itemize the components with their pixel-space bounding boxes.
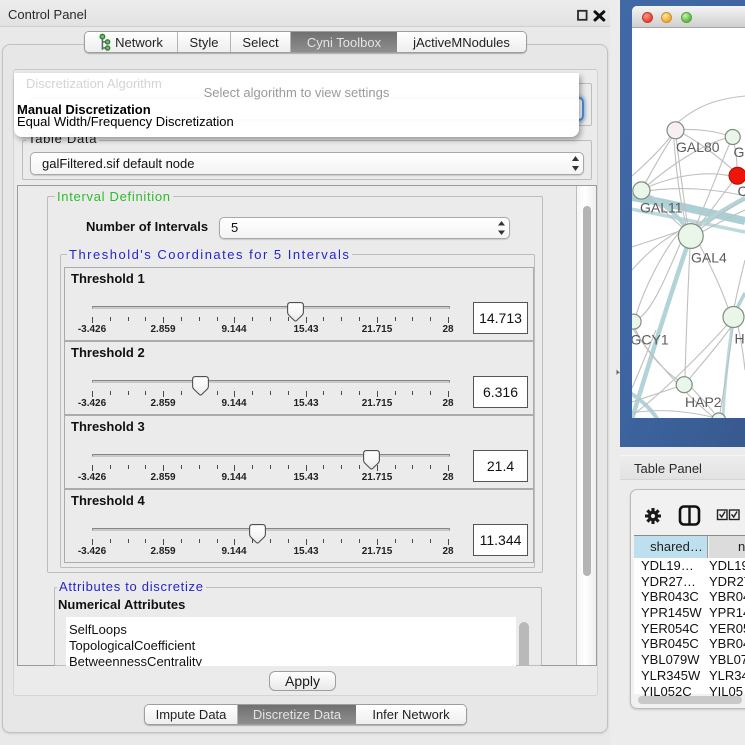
svg-text:GCY1: GCY1 [632,332,669,348]
svg-text:HAP2: HAP2 [685,394,722,410]
svg-text:G.: G. [734,144,745,160]
svg-text:C: C [738,183,745,199]
svg-text:GAL11: GAL11 [640,200,683,216]
svg-text:GAL80: GAL80 [676,139,720,155]
svg-text:GAL4: GAL4 [691,250,727,266]
svg-text:H: H [735,331,745,347]
